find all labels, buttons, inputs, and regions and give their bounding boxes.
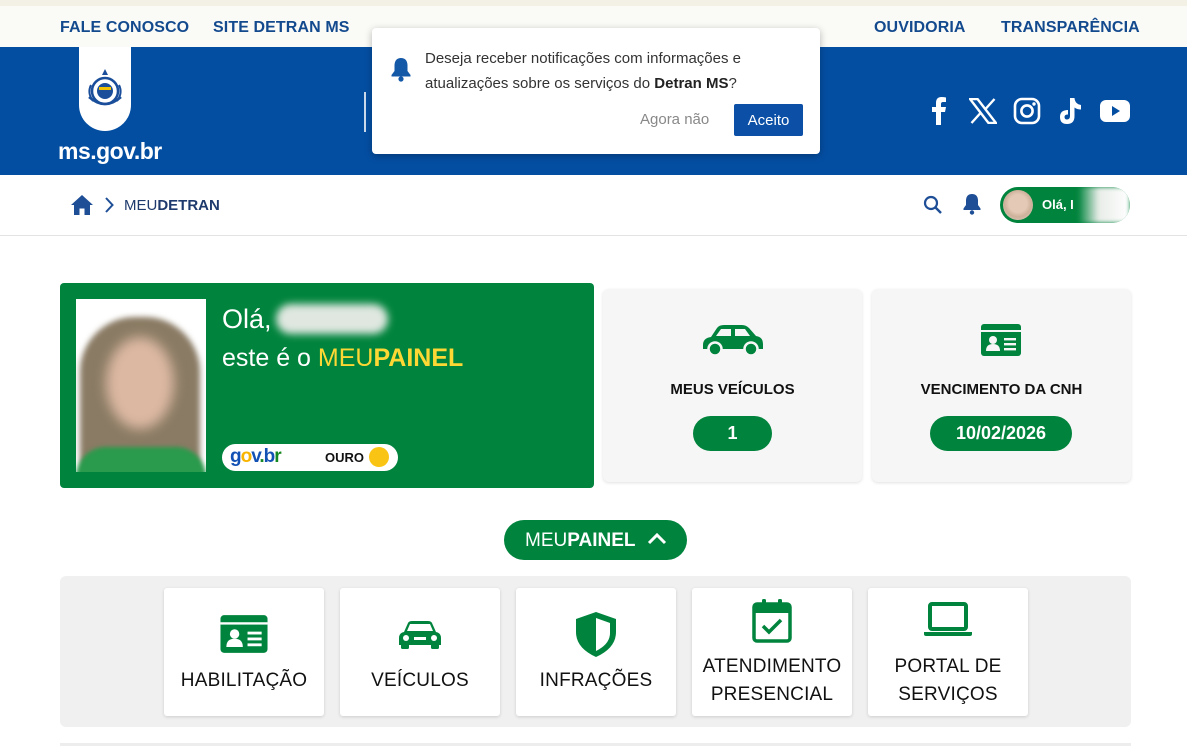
x-icon[interactable] (968, 96, 998, 126)
notification-permission-dialog: Deseja receber notificações com informaç… (372, 28, 820, 154)
hero-subtitle-prefix: este é o (222, 344, 318, 372)
state-logo[interactable] (79, 47, 131, 131)
calendar-check-icon (692, 598, 852, 644)
hero-subtitle: este é o MEUPAINEL (222, 344, 463, 373)
user-greeting: Olá, I (1042, 197, 1074, 212)
service-label: INFRAÇÕES (539, 670, 653, 691)
service-veiculos[interactable]: VEÍCULOS (340, 588, 500, 716)
transparencia-link[interactable]: TRANSPARÊNCIA (1001, 19, 1140, 37)
gold-level-dot (369, 447, 389, 467)
meu-painel-toggle-button[interactable]: MEUPAINEL (504, 520, 687, 560)
service-label-line-1: PORTAL DE (894, 656, 1002, 677)
tiktok-icon[interactable] (1056, 96, 1084, 126)
service-label-line-2: SERVIÇOS (898, 684, 998, 705)
id-card-icon (164, 614, 324, 654)
service-portal-de-servicos[interactable]: PORTAL DE SERVIÇOS (868, 588, 1028, 716)
message-line-1: Deseja receber notificações com informaç… (425, 50, 741, 67)
redacted-user-name (276, 304, 388, 334)
my-vehicles-card[interactable]: MEUS VEÍCULOS 1 (603, 289, 862, 482)
message-brand: Detran MS (654, 75, 729, 92)
service-label-line-2: PRESENCIAL (710, 684, 834, 705)
facebook-icon[interactable] (928, 96, 950, 126)
id-card-icon (980, 323, 1022, 362)
shield-icon (516, 610, 676, 658)
search-icon[interactable] (923, 195, 943, 215)
my-vehicles-count: 1 (693, 416, 772, 451)
govbr-logo: gov.br (230, 446, 282, 467)
notification-message: Deseja receber notificações com informaç… (425, 46, 795, 96)
instagram-icon[interactable] (1012, 96, 1042, 126)
accept-notifications-button[interactable]: Aceito (734, 104, 803, 136)
notifications-bell-icon[interactable] (962, 193, 982, 215)
meu-painel-light: MEU (525, 530, 568, 551)
user-menu-button[interactable]: Olá, I (1000, 187, 1130, 223)
service-label-line-1: ATENDIMENTO (702, 656, 842, 677)
home-icon[interactable] (70, 194, 94, 216)
breadcrumb-bold: DETRAN (157, 197, 220, 214)
message-suffix: ? (728, 75, 737, 92)
hero-greeting: Olá, (222, 304, 272, 334)
chevron-up-icon (647, 532, 667, 545)
cnh-expiry-label: VENCIMENTO DA CNH (920, 381, 1083, 398)
meu-painel-bold: PAINEL (567, 530, 636, 551)
govbr-level-label: OURO (325, 450, 364, 465)
redacted-name (1078, 187, 1130, 223)
avatar (1003, 190, 1033, 220)
laptop-icon (868, 602, 1028, 638)
dismiss-notifications-button[interactable]: Agora não (640, 111, 709, 128)
hero-brand-light: MEU (317, 344, 374, 372)
car-front-icon (340, 620, 500, 650)
service-infracoes[interactable]: INFRAÇÕES (516, 588, 676, 716)
site-detran-link[interactable]: SITE DETRAN MS (213, 19, 350, 37)
site-logo-text[interactable]: ms.gov.br (58, 138, 162, 165)
service-atendimento-presencial[interactable]: ATENDIMENTO PRESENCIAL (692, 588, 852, 716)
hero-brand-bold: PAINEL (373, 344, 464, 372)
breadcrumb-prefix: MEU (124, 197, 158, 214)
govbr-level-badge: gov.br OURO (222, 444, 398, 471)
youtube-icon[interactable] (1100, 96, 1130, 126)
service-label: HABILITAÇÃO (180, 670, 308, 691)
message-line-2: atualizações sobre os serviços do (425, 75, 655, 92)
cnh-expiry-date: 10/02/2026 (930, 416, 1072, 451)
service-label: VEÍCULOS (371, 670, 469, 691)
cnh-expiry-card[interactable]: VENCIMENTO DA CNH 10/02/2026 (872, 289, 1131, 482)
ouvidoria-link[interactable]: OUVIDORIA (874, 19, 966, 37)
breadcrumb[interactable]: MEUDETRAN (124, 197, 220, 214)
service-habilitacao[interactable]: HABILITAÇÃO (164, 588, 324, 716)
chevron-right-icon (105, 197, 114, 213)
bell-icon (391, 58, 411, 82)
fale-conosco-link[interactable]: FALE CONOSCO (60, 19, 189, 37)
meu-painel-label: MEUPAINEL (525, 530, 636, 552)
user-photo (76, 299, 206, 472)
coat-of-arms-icon (88, 69, 122, 106)
car-icon (699, 323, 767, 362)
my-vehicles-label: MEUS VEÍCULOS (670, 381, 795, 398)
